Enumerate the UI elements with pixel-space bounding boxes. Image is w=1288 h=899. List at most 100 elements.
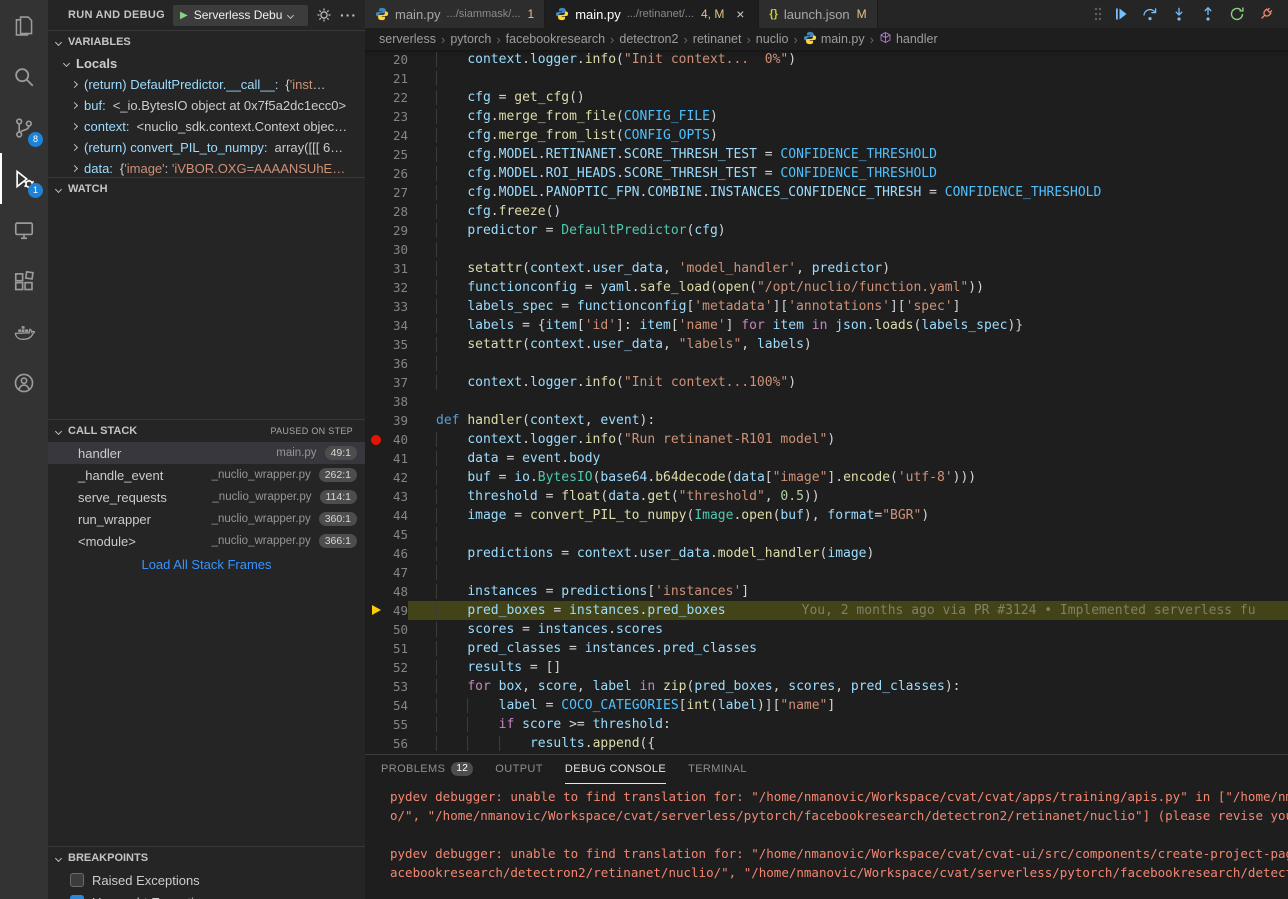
gutter-glyph-margin[interactable] [365, 297, 391, 316]
gutter-glyph-margin[interactable] [365, 392, 391, 411]
call-stack-section-header[interactable]: CALL STACK PAUSED ON STEP [48, 420, 365, 442]
code-line[interactable]: 45 [365, 525, 1288, 544]
code-line[interactable]: 48 instances = predictions['instances'] [365, 582, 1288, 601]
gutter-glyph-margin[interactable] [365, 202, 391, 221]
code-line-content[interactable]: setattr(context.user_data, 'model_handle… [408, 259, 1288, 278]
line-number[interactable]: 28 [391, 202, 408, 221]
code-line-content[interactable]: cfg.MODEL.RETINANET.SCORE_THRESH_TEST = … [408, 145, 1288, 164]
gutter-glyph-margin[interactable] [365, 50, 391, 69]
editor-tab[interactable]: main.py.../retinanet/...4, M× [545, 0, 759, 28]
code-line[interactable]: 32 functionconfig = yaml.safe_load(open(… [365, 278, 1288, 297]
line-number[interactable]: 46 [391, 544, 408, 563]
line-number[interactable]: 36 [391, 354, 408, 373]
load-all-stack-frames-link[interactable]: Load All Stack Frames [48, 552, 365, 578]
gutter-glyph-margin[interactable] [365, 677, 391, 696]
code-line[interactable]: 53 for box, score, label in zip(pred_box… [365, 677, 1288, 696]
gutter-glyph-margin[interactable] [365, 582, 391, 601]
code-line[interactable]: 22 cfg = get_cfg() [365, 88, 1288, 107]
code-line[interactable]: 20 context.logger.info("Init context... … [365, 50, 1288, 69]
line-number[interactable]: 47 [391, 563, 408, 582]
line-number[interactable]: 44 [391, 506, 408, 525]
breakpoints-section-header[interactable]: BREAKPOINTS [48, 847, 365, 869]
code-line-content[interactable] [408, 525, 1288, 544]
variable-row[interactable]: (return) convert_PIL_to_numpy:array([[[ … [48, 137, 365, 158]
variable-row[interactable]: data:{'image': 'iVBOR.OXG=AAAANSUhE… [48, 158, 365, 177]
stack-frame-row[interactable]: _handle_event_nuclio_wrapper.py262:1 [48, 464, 365, 486]
gutter-glyph-margin[interactable] [365, 107, 391, 126]
gutter-glyph-margin[interactable] [365, 601, 391, 620]
line-number[interactable]: 41 [391, 449, 408, 468]
code-line-content[interactable]: image = convert_PIL_to_numpy(Image.open(… [408, 506, 1288, 525]
continue-icon[interactable] [1111, 4, 1131, 24]
gutter-glyph-margin[interactable] [365, 411, 391, 430]
variable-row[interactable]: (return) DefaultPredictor.__call__:{'ins… [48, 74, 365, 95]
code-line-content[interactable]: buf = io.BytesIO(base64.b64decode(data["… [408, 468, 1288, 487]
line-number[interactable]: 56 [391, 734, 408, 753]
line-number[interactable]: 40 [391, 430, 408, 449]
code-line-content[interactable]: for box, score, label in zip(pred_boxes,… [408, 677, 1288, 696]
line-number[interactable]: 33 [391, 297, 408, 316]
code-line-content[interactable]: cfg.MODEL.ROI_HEADS.SCORE_THRESH_TEST = … [408, 164, 1288, 183]
code-line-content[interactable]: context.logger.info("Run retinanet-R101 … [408, 430, 1288, 449]
code-line-content[interactable]: pred_classes = instances.pred_classes [408, 639, 1288, 658]
code-line[interactable]: 43 threshold = float(data.get("threshold… [365, 487, 1288, 506]
line-number[interactable]: 26 [391, 164, 408, 183]
code-line[interactable]: 52 results = [] [365, 658, 1288, 677]
toolbar-grip-icon[interactable] [1094, 7, 1102, 21]
line-number[interactable]: 27 [391, 183, 408, 202]
breadcrumb-item[interactable]: facebookresearch [506, 32, 605, 46]
gutter-glyph-margin[interactable] [365, 487, 391, 506]
line-number[interactable]: 23 [391, 107, 408, 126]
code-line-content[interactable] [408, 563, 1288, 582]
gutter-glyph-margin[interactable] [365, 88, 391, 107]
code-line-content[interactable]: def handler(context, event): [408, 411, 1288, 430]
watch-section-header[interactable]: WATCH [48, 178, 365, 200]
gutter-glyph-margin[interactable] [365, 658, 391, 677]
activity-item-accounts[interactable] [0, 357, 48, 408]
code-line-content[interactable]: cfg.MODEL.PANOPTIC_FPN.COMBINE.INSTANCES… [408, 183, 1288, 202]
line-number[interactable]: 35 [391, 335, 408, 354]
line-number[interactable]: 54 [391, 696, 408, 715]
code-line-content[interactable]: scores = instances.scores [408, 620, 1288, 639]
code-line-content[interactable] [408, 354, 1288, 373]
code-line[interactable]: 36 [365, 354, 1288, 373]
code-line[interactable]: 34 labels = {item['id']: item['name'] fo… [365, 316, 1288, 335]
checkbox[interactable] [70, 873, 84, 887]
close-icon[interactable]: × [732, 6, 748, 22]
step-out-icon[interactable] [1198, 4, 1218, 24]
editor-tab[interactable]: main.py.../siammask/...1 [365, 0, 545, 28]
gutter-glyph-margin[interactable] [365, 126, 391, 145]
panel-tab-terminal[interactable]: TERMINAL [688, 755, 747, 784]
code-line[interactable]: 42 buf = io.BytesIO(base64.b64decode(dat… [365, 468, 1288, 487]
gutter-glyph-margin[interactable] [365, 69, 391, 88]
code-line[interactable]: 28 cfg.freeze() [365, 202, 1288, 221]
code-line[interactable]: 24 cfg.merge_from_list(CONFIG_OPTS) [365, 126, 1288, 145]
gutter-glyph-margin[interactable] [365, 506, 391, 525]
start-debugging-icon[interactable]: ▶ [180, 10, 188, 21]
gutter-glyph-margin[interactable] [365, 544, 391, 563]
gutter-glyph-margin[interactable] [365, 373, 391, 392]
code-line[interactable]: 37 context.logger.info("Init context...1… [365, 373, 1288, 392]
line-number[interactable]: 43 [391, 487, 408, 506]
code-line[interactable]: 38 [365, 392, 1288, 411]
code-line-content[interactable]: cfg = get_cfg() [408, 88, 1288, 107]
line-number[interactable]: 31 [391, 259, 408, 278]
debug-config-dropdown[interactable]: ▶ Serverless Debu [173, 5, 308, 26]
code-line[interactable]: 41 data = event.body [365, 449, 1288, 468]
code-line[interactable]: 55 if score >= threshold: [365, 715, 1288, 734]
code-line[interactable]: 44 image = convert_PIL_to_numpy(Image.op… [365, 506, 1288, 525]
code-line-content[interactable]: threshold = float(data.get("threshold", … [408, 487, 1288, 506]
line-number[interactable]: 20 [391, 50, 408, 69]
gutter-glyph-margin[interactable] [365, 449, 391, 468]
restart-icon[interactable] [1227, 4, 1247, 24]
editor-tab[interactable]: {}launch.jsonM [759, 0, 877, 28]
line-number[interactable]: 29 [391, 221, 408, 240]
line-number[interactable]: 34 [391, 316, 408, 335]
code-line-content[interactable]: pred_boxes = instances.pred_boxesYou, 2 … [408, 601, 1288, 620]
code-line-content[interactable] [408, 392, 1288, 411]
code-line-content[interactable]: functionconfig = yaml.safe_load(open("/o… [408, 278, 1288, 297]
gutter-glyph-margin[interactable] [365, 183, 391, 202]
activity-item-extensions[interactable] [0, 255, 48, 306]
code-line[interactable]: 47 [365, 563, 1288, 582]
breadcrumb-item[interactable]: detectron2 [619, 32, 678, 46]
